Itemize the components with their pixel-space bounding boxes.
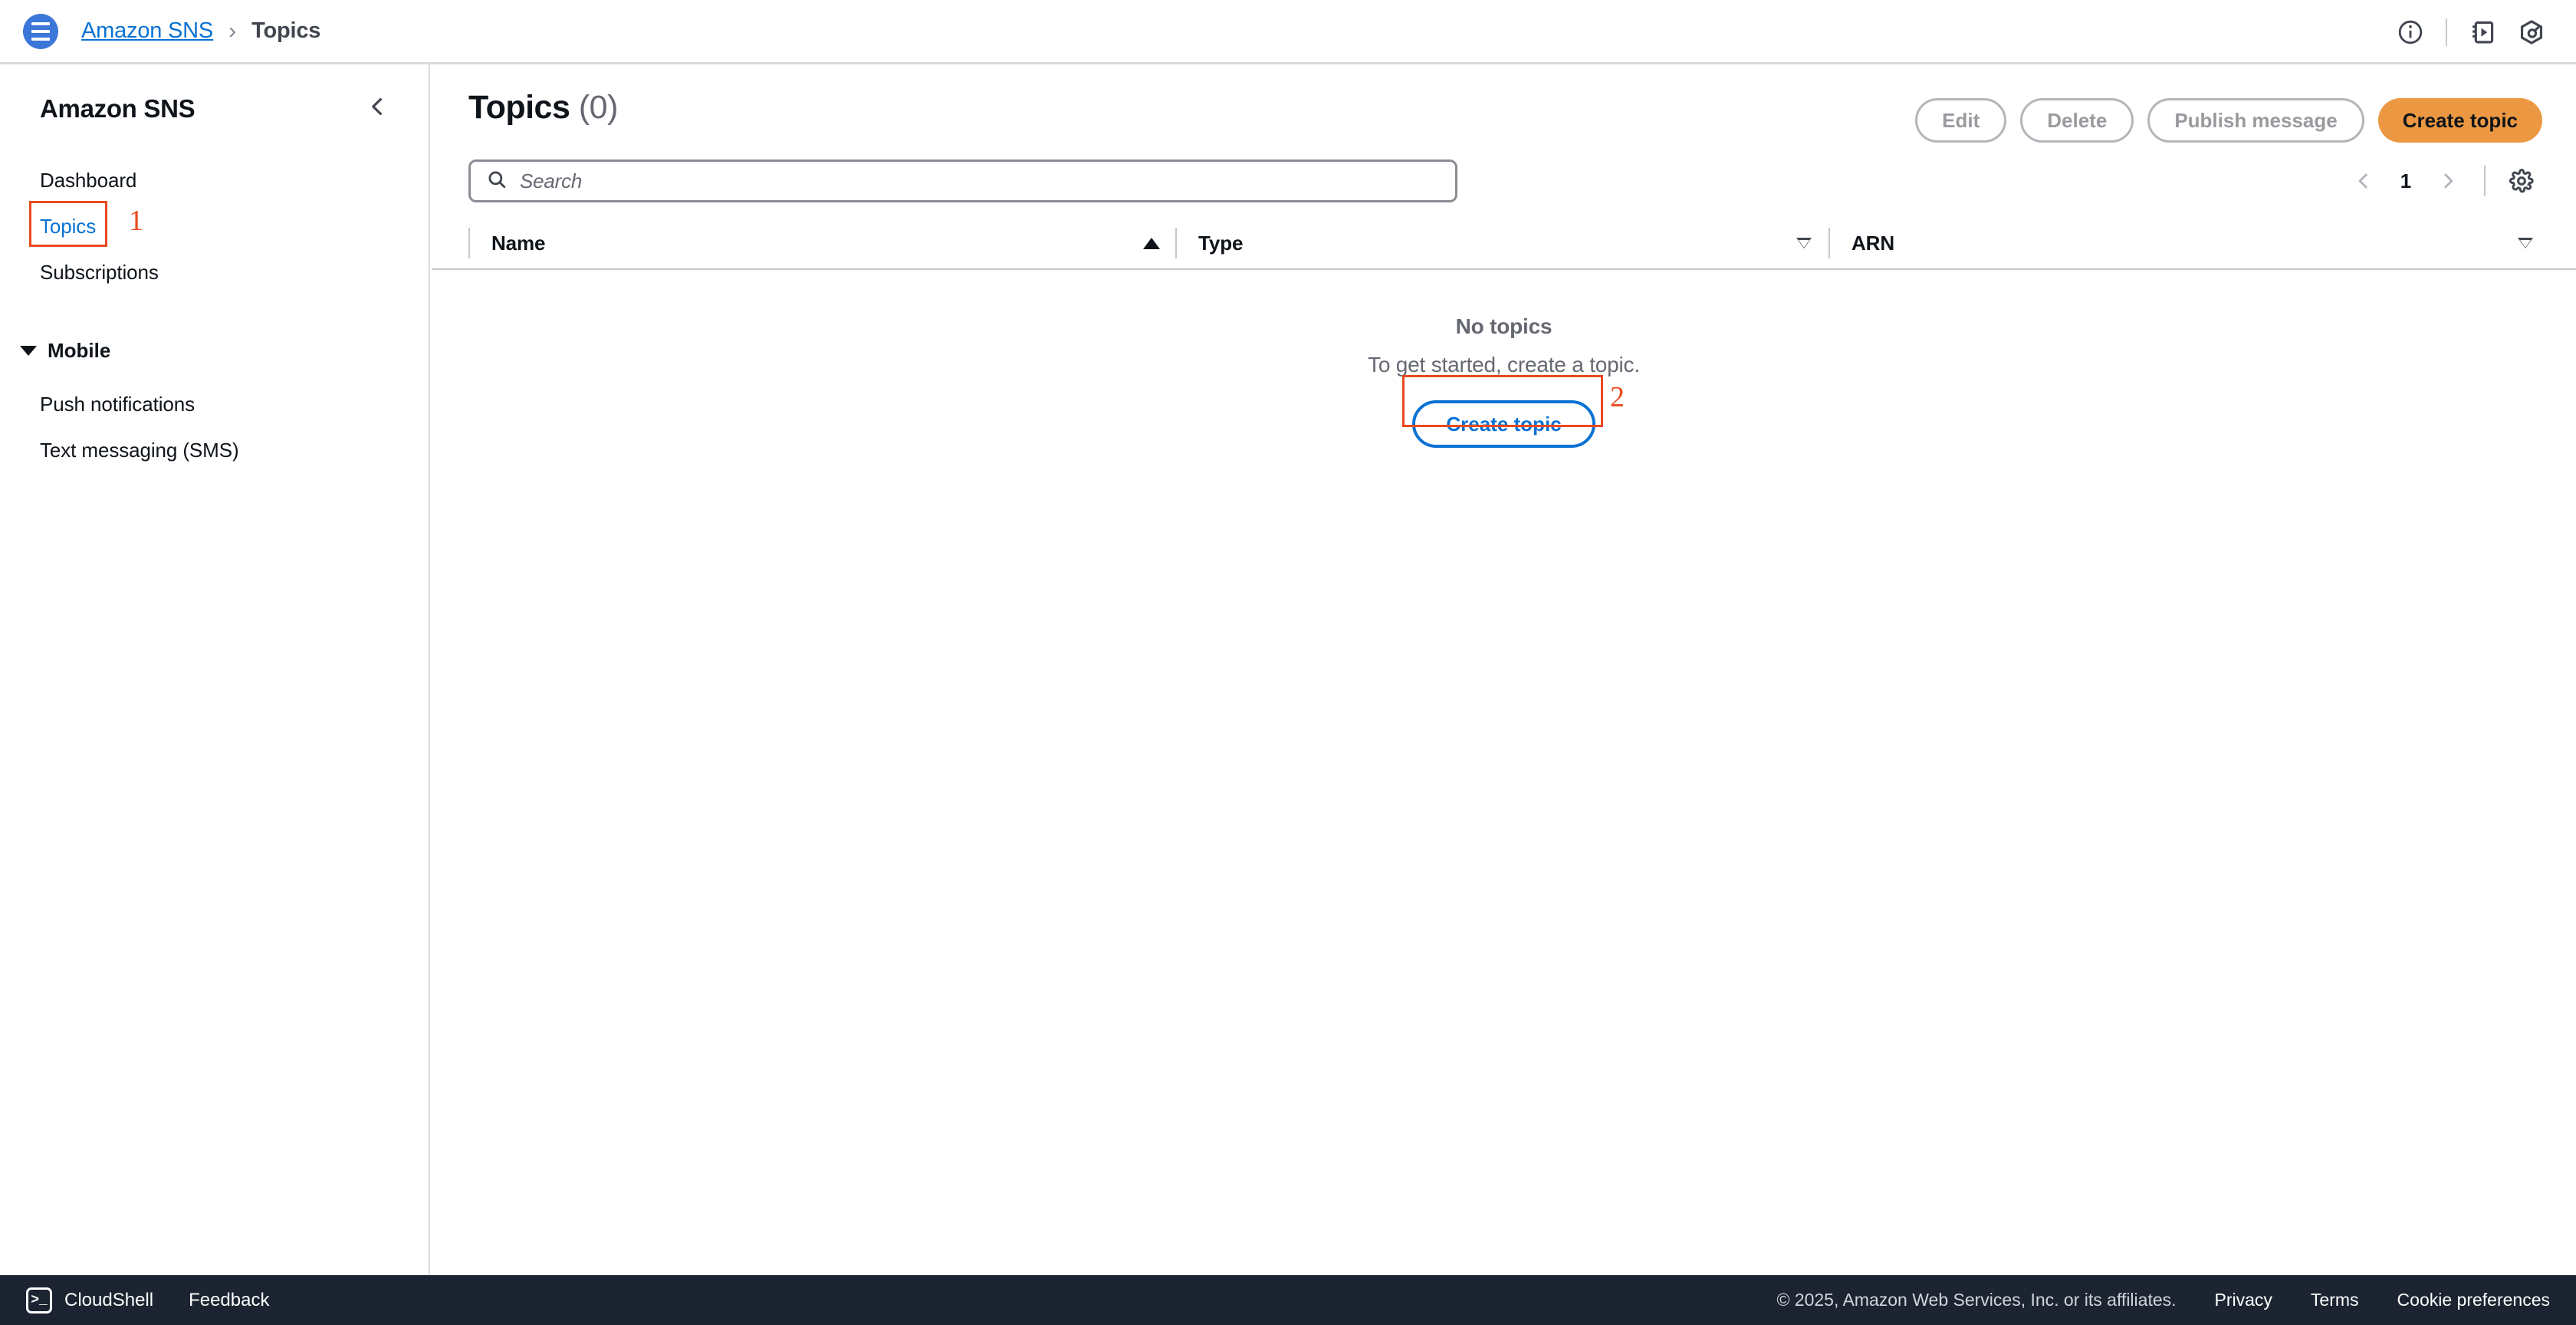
empty-state-subtitle: To get started, create a topic. xyxy=(1368,353,1640,376)
tools-divider xyxy=(2484,166,2486,196)
breadcrumb-separator-icon: › xyxy=(228,18,237,44)
sidebar-item-label: Text messaging (SMS) xyxy=(40,439,239,462)
topbar-divider xyxy=(2446,18,2447,46)
sidebar-item-push-notifications[interactable]: Push notifications xyxy=(0,381,429,427)
sidebar-item-subscriptions[interactable]: Subscriptions xyxy=(0,249,429,295)
page-header-actions: Edit Delete Publish message Create topic xyxy=(1915,89,2542,143)
cookie-preferences-link[interactable]: Cookie preferences xyxy=(2397,1290,2550,1310)
top-navigation-bar: Amazon SNS › Topics xyxy=(0,0,2576,64)
page-title-text: Topics xyxy=(468,89,570,126)
breadcrumb-current-topics: Topics xyxy=(251,18,321,43)
sidebar-primary-nav: Dashboard Topics Subscriptions xyxy=(0,157,429,295)
sidebar-item-label: Dashboard xyxy=(40,169,137,192)
page-header: Topics (0) Edit Delete Publish message C… xyxy=(432,64,2576,143)
search-input[interactable]: Search xyxy=(468,159,1457,202)
sidebar-item-label: Topics xyxy=(40,215,97,238)
sort-inactive-icon xyxy=(2518,238,2533,248)
page-title-count: (0) xyxy=(578,89,619,126)
sidebar-mobile-nav: Push notifications Text messaging (SMS) xyxy=(0,381,429,473)
publish-message-button[interactable]: Publish message xyxy=(2147,98,2364,143)
terms-link[interactable]: Terms xyxy=(2311,1290,2359,1310)
create-topic-button-label: Create topic xyxy=(2402,108,2518,132)
sidebar-item-dashboard[interactable]: Dashboard xyxy=(0,157,429,203)
settings-hexagon-icon[interactable] xyxy=(2507,8,2556,57)
feedback-link[interactable]: Feedback xyxy=(189,1290,269,1311)
empty-state-create-topic-button[interactable]: Create topic xyxy=(1412,400,1595,448)
pagination-page-1[interactable]: 1 xyxy=(2389,169,2423,193)
cloudshell-label: CloudShell xyxy=(64,1289,154,1310)
delete-button-label: Delete xyxy=(2047,108,2108,132)
column-header-arn[interactable]: ARN xyxy=(1830,217,2539,269)
sidebar-service-title: Amazon SNS xyxy=(40,94,196,123)
column-header-label: Name xyxy=(491,231,546,255)
privacy-link[interactable]: Privacy xyxy=(2215,1290,2272,1310)
footer-bar: >_ CloudShell Feedback © 2025, Amazon We… xyxy=(0,1275,2576,1325)
sort-ascending-icon xyxy=(1143,237,1160,249)
caret-down-icon xyxy=(20,345,37,356)
column-header-label: Type xyxy=(1198,231,1244,255)
pagination-controls: 1 xyxy=(2343,160,2469,202)
sidebar-section-label: Mobile xyxy=(48,339,111,362)
delete-button[interactable]: Delete xyxy=(2020,98,2134,143)
notebook-tutorial-icon[interactable] xyxy=(2458,8,2507,57)
edit-button-label: Edit xyxy=(1942,108,1980,132)
empty-state-title: No topics xyxy=(1455,314,1552,338)
empty-state-create-topic-label: Create topic xyxy=(1446,412,1562,436)
pagination-next-button[interactable] xyxy=(2427,160,2469,202)
breadcrumb: Amazon SNS › Topics xyxy=(81,18,320,44)
sidebar-item-topics[interactable]: Topics xyxy=(0,203,429,249)
table-filter-row: Search 1 xyxy=(432,143,2576,202)
topbar-actions xyxy=(2386,0,2556,64)
sidebar-item-label: Push notifications xyxy=(40,393,195,416)
cloudshell-button[interactable]: >_ CloudShell xyxy=(26,1287,153,1313)
empty-state-action-wrapper: Create topic xyxy=(1412,400,1595,448)
breadcrumb-link-amazon-sns[interactable]: Amazon SNS xyxy=(81,18,213,44)
publish-message-button-label: Publish message xyxy=(2174,108,2338,132)
hamburger-line xyxy=(31,29,50,33)
main-content: Topics (0) Edit Delete Publish message C… xyxy=(432,64,2576,1275)
table-header-row: Name Type ARN xyxy=(432,218,2576,270)
sidebar-item-label: Subscriptions xyxy=(40,261,159,284)
copyright-text: © 2025, Amazon Web Services, Inc. or its… xyxy=(1776,1290,2177,1310)
search-icon xyxy=(486,169,508,194)
page-title: Topics (0) xyxy=(468,89,618,127)
create-topic-button[interactable]: Create topic xyxy=(2377,98,2542,143)
sort-inactive-icon xyxy=(1796,238,1812,248)
footer-right-group: © 2025, Amazon Web Services, Inc. or its… xyxy=(1776,1290,2550,1310)
cloudshell-terminal-icon: >_ xyxy=(26,1287,52,1313)
column-header-type[interactable]: Type xyxy=(1177,217,1829,269)
edit-button[interactable]: Edit xyxy=(1915,98,2007,143)
search-placeholder-text: Search xyxy=(520,169,583,192)
empty-state: No topics To get started, create a topic… xyxy=(432,314,2576,448)
info-circle-icon[interactable] xyxy=(2386,8,2435,57)
hamburger-menu-icon[interactable] xyxy=(23,13,58,49)
sidebar-item-text-messaging-sms[interactable]: Text messaging (SMS) xyxy=(0,427,429,473)
annotation-number-2: 2 xyxy=(1610,381,1625,413)
hamburger-line xyxy=(31,37,50,41)
gear-icon[interactable] xyxy=(2501,160,2542,202)
table-tools: 1 xyxy=(2343,160,2542,202)
sidebar-header: Amazon SNS xyxy=(0,64,429,127)
chevron-left-icon[interactable] xyxy=(361,90,393,127)
annotation-number-1: 1 xyxy=(129,205,143,237)
column-header-label: ARN xyxy=(1852,231,1895,255)
footer-left-group: >_ CloudShell Feedback xyxy=(26,1287,269,1313)
column-header-name[interactable]: Name xyxy=(470,217,1175,269)
topics-table: Name Type ARN No topics To get started, … xyxy=(432,218,2576,448)
pagination-prev-button[interactable] xyxy=(2343,160,2384,202)
hamburger-line xyxy=(31,21,50,25)
sidebar-navigation: Amazon SNS Dashboard Topics Subscription… xyxy=(0,64,430,1275)
sidebar-section-mobile[interactable]: Mobile xyxy=(0,327,429,373)
